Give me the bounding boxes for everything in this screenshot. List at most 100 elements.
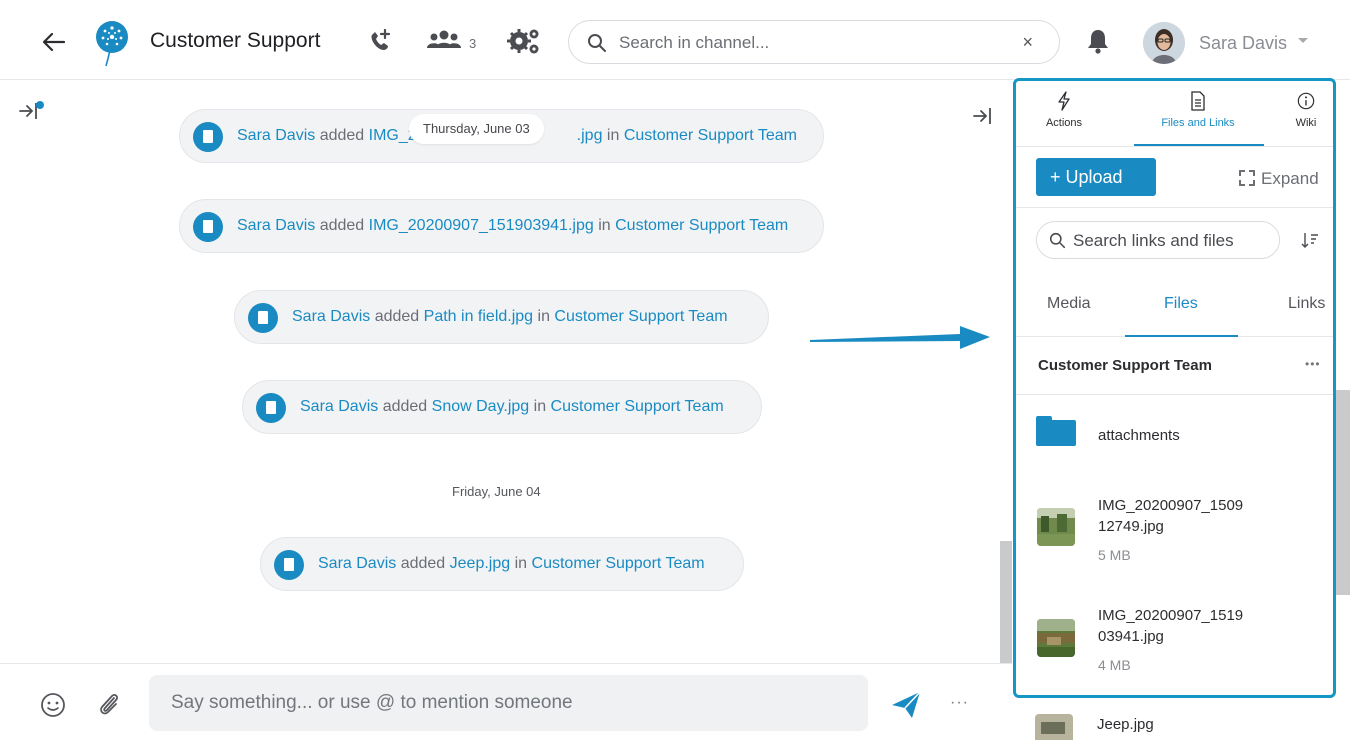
message-bubble[interactable]: Sara Davis added Jeep.jpg in Customer Su… (260, 537, 744, 591)
file-name[interactable]: IMG_20200907_1519 03941.jpg (1098, 605, 1243, 647)
message-bubble[interactable]: Sara Davis added Snow Day.jpg in Custome… (242, 380, 762, 434)
message-file-link[interactable]: IMG_20200907_151903941.jpg (369, 217, 594, 234)
search-icon (588, 34, 606, 52)
message-team-link[interactable]: Customer Support Team (551, 398, 724, 415)
tab-files-and-links[interactable]: Files and Links (1142, 91, 1254, 129)
message-bubble[interactable]: Sara Davis added IMG_20200907_151903941.… (179, 199, 824, 253)
message-in: in (606, 127, 620, 144)
settings-gears-icon[interactable] (506, 26, 542, 56)
message-user[interactable]: Sara Davis (292, 308, 370, 325)
panel-scrollbar[interactable] (1336, 390, 1350, 595)
tab-links[interactable]: Links (1288, 295, 1325, 313)
message-verb: added (319, 217, 365, 234)
message-file-link-end[interactable]: .jpg (577, 127, 603, 144)
folder-icon[interactable] (1036, 416, 1076, 446)
file-name-line: 12749.jpg (1098, 518, 1164, 535)
user-menu-name[interactable]: Sara Davis (1199, 33, 1287, 54)
message-file-link[interactable]: Jeep.jpg (450, 555, 511, 572)
collapse-right-panel-icon[interactable] (972, 105, 994, 127)
avatar-photo (1143, 22, 1185, 64)
group-title: Customer Support Team (1038, 357, 1212, 374)
send-icon[interactable] (890, 690, 922, 720)
channel-header: Customer Support 3 × Sar (0, 0, 1350, 80)
message-in: in (598, 217, 611, 234)
file-name[interactable]: Jeep.jpg (1097, 716, 1154, 733)
file-name-line: IMG_20200907_1509 (1098, 497, 1244, 514)
files-search-input[interactable] (1073, 230, 1273, 252)
file-name[interactable]: IMG_20200907_1509 12749.jpg (1098, 495, 1243, 537)
file-size: 5 MB (1098, 547, 1131, 563)
more-options-button[interactable]: ··· (950, 694, 969, 712)
lightning-icon (1058, 91, 1070, 111)
members-icon[interactable] (425, 26, 463, 56)
message-verb: added (374, 308, 420, 325)
active-tab-indicator (1134, 144, 1264, 146)
message-team-link[interactable]: Customer Support Team (615, 217, 788, 234)
sort-icon[interactable] (1301, 231, 1319, 249)
thumbnail-photo (1035, 714, 1073, 740)
thumbnail-photo (1037, 508, 1075, 546)
message-verb: added (382, 398, 428, 415)
divider (1016, 207, 1333, 208)
composer: ··· (0, 663, 1012, 740)
tab-label: Files and Links (1161, 117, 1235, 129)
message-team-link[interactable]: Customer Support Team (554, 308, 727, 325)
tab-wiki[interactable]: Wiki (1286, 91, 1326, 129)
image-thumbnail[interactable] (1035, 714, 1073, 740)
file-size: 4 MB (1098, 657, 1131, 673)
expand-label: Expand (1261, 169, 1319, 188)
channel-search[interactable]: × (568, 20, 1060, 64)
message-verb: added (400, 555, 446, 572)
divider (1016, 394, 1333, 395)
message-file-link[interactable]: Path in field.jpg (424, 308, 533, 325)
tab-label: Actions (1045, 117, 1083, 129)
message-user[interactable]: Sara Davis (237, 127, 315, 144)
message-bubble[interactable]: Sara Davis added Path in field.jpg in Cu… (234, 290, 769, 344)
chat-scrollbar[interactable] (1000, 541, 1012, 663)
plus-icon: + (1050, 167, 1061, 187)
phone-add-icon[interactable] (365, 26, 395, 56)
file-icon (193, 212, 223, 242)
channel-title: Customer Support (150, 29, 321, 52)
expand-button[interactable]: Expand (1239, 169, 1319, 189)
avatar[interactable] (1143, 22, 1185, 64)
message-verb: added (319, 127, 365, 144)
upload-button[interactable]: + Upload (1036, 158, 1156, 196)
annotation-arrow (810, 326, 990, 349)
upload-label: Upload (1065, 167, 1123, 187)
message-user[interactable]: Sara Davis (300, 398, 378, 415)
file-name-line: 03941.jpg (1098, 628, 1164, 645)
file-type-tabs: Media Files Links (1016, 271, 1333, 337)
thumbnail-photo (1037, 619, 1075, 657)
image-thumbnail[interactable] (1037, 508, 1075, 546)
back-arrow-icon[interactable] (40, 28, 68, 56)
file-icon (248, 303, 278, 333)
group-more-button[interactable]: ••• (1305, 357, 1321, 371)
expand-left-panel-icon[interactable] (18, 99, 48, 123)
folder-name[interactable]: attachments (1098, 427, 1180, 444)
tab-actions[interactable]: Actions (1036, 91, 1092, 129)
bell-icon[interactable] (1086, 28, 1110, 54)
message-team-link[interactable]: Customer Support Team (624, 127, 797, 144)
tab-media[interactable]: Media (1047, 295, 1091, 313)
channel-search-input[interactable] (619, 31, 999, 55)
message-in: in (514, 555, 528, 572)
paperclip-icon[interactable] (96, 690, 122, 718)
message-file-link[interactable]: Snow Day.jpg (432, 398, 530, 415)
image-thumbnail[interactable] (1037, 619, 1075, 657)
panel-tabs: Actions Files and Links Wiki (1016, 81, 1333, 147)
message-user[interactable]: Sara Davis (237, 217, 315, 234)
emoji-icon[interactable] (40, 692, 66, 718)
file-icon (193, 122, 223, 152)
message-team-link[interactable]: Customer Support Team (532, 555, 705, 572)
file-icon (274, 550, 304, 580)
tab-files[interactable]: Files (1164, 295, 1198, 313)
search-clear-button[interactable]: × (1022, 32, 1033, 53)
message-input[interactable] (149, 675, 868, 731)
message-user[interactable]: Sara Davis (318, 555, 396, 572)
chevron-down-icon[interactable] (1298, 38, 1308, 43)
files-search[interactable] (1036, 221, 1280, 259)
search-icon (1049, 232, 1066, 249)
files-links-panel: Actions Files and Links Wiki + Upload Ex… (1013, 78, 1336, 698)
info-icon (1297, 92, 1315, 110)
